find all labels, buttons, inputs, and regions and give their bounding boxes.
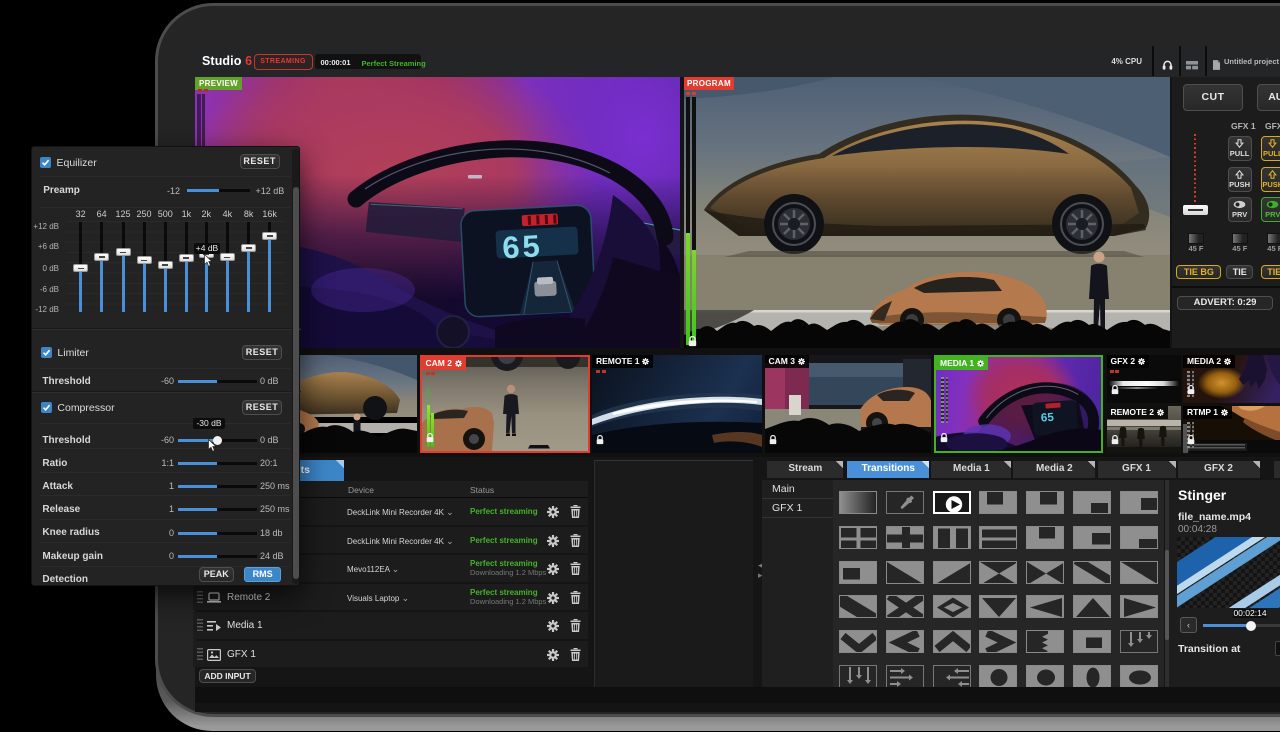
- svg-text:65: 65: [501, 228, 543, 265]
- svg-text:65: 65: [1040, 411, 1054, 425]
